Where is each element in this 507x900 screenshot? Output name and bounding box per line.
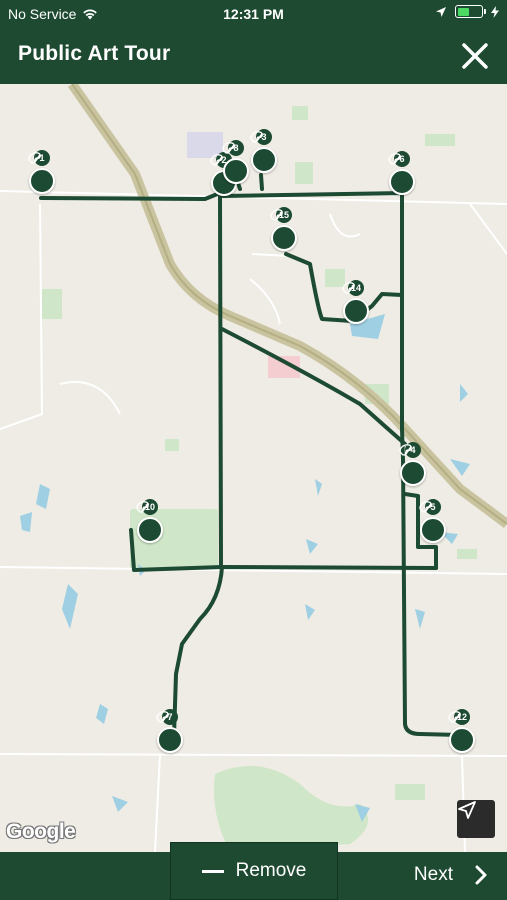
page-title: Public Art Tour [18, 42, 171, 65]
chevron-right-icon [475, 865, 487, 885]
palette-brush-icon[interactable] [448, 711, 475, 753]
tour-stop-4[interactable]: 4 [398, 442, 428, 486]
next-label: Next [413, 864, 453, 885]
map-canvas [0, 84, 507, 852]
palette-brush-icon[interactable] [156, 711, 183, 753]
palette-brush-icon[interactable] [270, 209, 297, 251]
palette-brush-icon[interactable] [136, 501, 163, 543]
palette-brush-icon[interactable] [342, 282, 369, 324]
google-logo: Google [6, 820, 76, 843]
map-view[interactable]: 1 2 3 4 5 6 7 8 10 12 14 15 Google [0, 84, 507, 852]
remove-button[interactable]: Remove [170, 842, 338, 900]
tour-stop-5[interactable]: 5 [418, 499, 448, 543]
location-arrow-icon [436, 6, 446, 17]
status-bar: No Service 12:31 PM [0, 0, 507, 28]
palette-brush-icon[interactable] [250, 131, 277, 173]
battery-level [457, 7, 469, 16]
palette-brush-icon[interactable] [28, 152, 55, 194]
app-header: Public Art Tour [0, 28, 507, 84]
close-button[interactable] [457, 38, 493, 74]
tour-stop-15[interactable]: 15 [269, 207, 299, 251]
next-button[interactable]: Next [414, 864, 487, 886]
tour-stop-14[interactable]: 14 [341, 280, 371, 324]
palette-brush-icon[interactable] [399, 444, 426, 486]
tour-stop-1[interactable]: 1 [27, 150, 57, 194]
minus-icon [201, 869, 224, 873]
tour-stop-12[interactable]: 12 [447, 709, 477, 753]
status-time: 12:31 PM [223, 6, 284, 22]
tour-stop-3[interactable]: 3 [249, 129, 279, 173]
tour-stop-7[interactable]: 7 [155, 709, 185, 753]
palette-brush-icon[interactable] [419, 501, 446, 543]
tour-stop-8[interactable]: 8 [221, 140, 251, 184]
bottom-bar: Remove Next [0, 842, 507, 900]
tour-stop-10[interactable]: 10 [135, 499, 165, 543]
navigation-arrow-icon [458, 801, 476, 819]
close-icon [462, 43, 488, 69]
locate-me-button[interactable] [457, 800, 495, 838]
battery-icon [455, 5, 486, 18]
palette-brush-icon[interactable] [388, 153, 415, 195]
palette-brush-icon[interactable] [222, 142, 249, 184]
tour-stop-6[interactable]: 6 [387, 151, 417, 195]
remove-label: Remove [235, 860, 307, 881]
charging-bolt-icon [491, 5, 499, 18]
map-highway [67, 84, 507, 529]
